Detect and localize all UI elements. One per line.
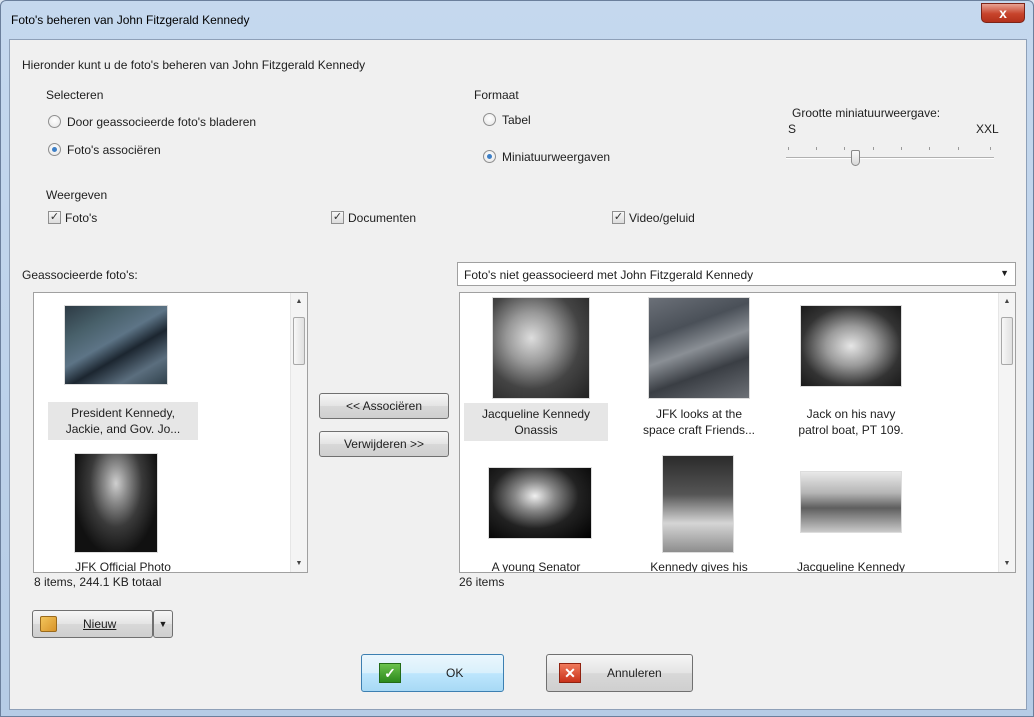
radio-format-thumbnails-label[interactable]: Miniatuurweergaven — [502, 150, 610, 164]
radio-format-table-label[interactable]: Tabel — [502, 113, 531, 127]
scroll-thumb[interactable] — [1001, 317, 1013, 365]
photo-caption-line: Onassis — [514, 423, 558, 437]
title-bar[interactable]: Foto's beheren van John Fitzgerald Kenne… — [1, 1, 1033, 39]
associated-photos-label: Geassocieerde foto's: — [22, 268, 138, 282]
checkbox-documents[interactable]: ✓ — [331, 211, 344, 224]
photo-thumbnail[interactable] — [488, 467, 592, 539]
remove-button-label: Verwijderen >> — [343, 437, 425, 451]
scroll-down-icon[interactable]: ▼ — [291, 555, 307, 572]
photo-thumbnail[interactable] — [492, 297, 590, 399]
photo-thumbnail[interactable] — [64, 305, 168, 385]
photo-caption-line: Jack on his navy — [806, 407, 896, 421]
photo-caption-line: JFK Official Photo — [75, 560, 171, 573]
scroll-thumb[interactable] — [293, 317, 305, 365]
scroll-up-icon[interactable]: ▲ — [291, 293, 307, 310]
close-button[interactable]: x — [981, 3, 1025, 23]
checkbox-video[interactable]: ✓ — [612, 211, 625, 224]
ok-button-label: OK — [446, 666, 464, 680]
photo-thumbnail[interactable] — [74, 453, 158, 553]
display-group-label: Weergeven — [46, 188, 108, 202]
chevron-down-icon: ▼ — [158, 619, 168, 629]
close-icon: x — [999, 5, 1007, 21]
ok-button[interactable]: ✓ OK — [361, 654, 504, 692]
unassociated-status: 26 items — [459, 575, 505, 589]
cancel-button[interactable]: ✕ Annuleren — [546, 654, 693, 692]
photo-caption-line: Kennedy gives his — [650, 560, 748, 573]
window-title: Foto's beheren van John Fitzgerald Kenne… — [11, 13, 250, 27]
photo-caption[interactable]: JFK Official Photo — [48, 559, 198, 573]
photo-caption-line: patrol boat, PT 109. — [798, 423, 904, 437]
photo-filter-value: Foto's niet geassocieerd met John Fitzge… — [464, 268, 754, 282]
checkbox-photos-label[interactable]: Foto's — [65, 211, 97, 225]
select-group-label: Selecteren — [46, 88, 104, 102]
dialog-window: Foto's beheren van John Fitzgerald Kenne… — [0, 0, 1034, 717]
photo-caption-line: space craft Friends... — [642, 423, 756, 437]
associate-button-label: << Associëren — [345, 399, 423, 413]
photo-thumbnail[interactable] — [648, 297, 750, 399]
associated-status: 8 items, 244.1 KB totaal — [34, 575, 162, 589]
new-dropdown-button[interactable]: ▼ — [153, 610, 173, 638]
radio-browse-associated[interactable] — [48, 115, 61, 128]
associate-button[interactable]: << Associëren — [319, 393, 449, 419]
unassociated-photos-list[interactable]: Jacqueline Kennedy Onassis JFK looks at … — [459, 292, 1016, 573]
chevron-down-icon: ▼ — [1000, 268, 1009, 278]
associated-list-scrollbar[interactable]: ▲ ▼ — [290, 293, 307, 572]
radio-format-thumbnails[interactable] — [483, 150, 496, 163]
radio-format-table[interactable] — [483, 113, 496, 126]
radio-associate-photos-label[interactable]: Foto's associëren — [67, 143, 161, 157]
photo-caption[interactable]: Jack on his navy patrol boat, PT 109. — [776, 403, 926, 441]
checkbox-photos[interactable]: ✓ — [48, 211, 61, 224]
radio-associate-photos[interactable] — [48, 143, 61, 156]
photo-thumbnail[interactable] — [800, 305, 902, 387]
dialog-body: Hieronder kunt u de foto's beheren van J… — [9, 39, 1027, 710]
check-icon: ✓ — [379, 663, 401, 683]
new-button-label: Nieuw — [83, 617, 117, 631]
new-button[interactable]: Nieuw — [32, 610, 153, 638]
unassociated-list-scrollbar[interactable]: ▲ ▼ — [998, 293, 1015, 572]
photo-caption[interactable]: Jacqueline Kennedy — [776, 559, 926, 573]
photo-caption[interactable]: President Kennedy, Jackie, and Gov. Jo..… — [48, 402, 198, 440]
photo-thumbnail[interactable] — [662, 455, 734, 553]
photo-caption-line: Jacqueline Kennedy — [481, 407, 591, 421]
photo-caption[interactable]: A young Senator — [464, 559, 608, 573]
photo-caption-line: Jacqueline Kennedy — [796, 560, 906, 573]
checkbox-documents-label[interactable]: Documenten — [348, 211, 416, 225]
instructions-text: Hieronder kunt u de foto's beheren van J… — [22, 58, 366, 72]
scroll-up-icon[interactable]: ▲ — [999, 293, 1015, 310]
format-group-label: Formaat — [474, 88, 519, 102]
scroll-down-icon[interactable]: ▼ — [999, 555, 1015, 572]
size-slider-thumb[interactable] — [851, 150, 861, 166]
remove-button[interactable]: Verwijderen >> — [319, 431, 449, 457]
photo-caption-line: Jackie, and Gov. Jo... — [65, 422, 181, 436]
photo-caption-line: JFK looks at the — [655, 407, 743, 421]
size-slider-label: Grootte miniatuurweergave: — [792, 106, 941, 120]
photo-caption[interactable]: Kennedy gives his — [624, 559, 774, 573]
radio-browse-associated-label[interactable]: Door geassocieerde foto's bladeren — [67, 115, 256, 129]
size-slider-min-label: S — [788, 122, 797, 136]
size-slider-max-label: XXL — [976, 122, 999, 136]
cancel-button-label: Annuleren — [607, 666, 662, 680]
photo-caption-line: A young Senator — [491, 560, 581, 573]
photo-filter-dropdown[interactable]: Foto's niet geassocieerd met John Fitzge… — [457, 262, 1016, 286]
photo-caption[interactable]: Jacqueline Kennedy Onassis — [464, 403, 608, 441]
photo-thumbnail[interactable] — [800, 471, 902, 533]
associated-photos-list[interactable]: President Kennedy, Jackie, and Gov. Jo..… — [33, 292, 308, 573]
photo-caption[interactable]: JFK looks at the space craft Friends... — [624, 403, 774, 441]
checkbox-video-label[interactable]: Video/geluid — [629, 211, 695, 225]
photo-caption-line: President Kennedy, — [71, 406, 175, 420]
cancel-x-icon: ✕ — [559, 663, 581, 683]
new-photo-icon — [40, 616, 57, 632]
size-slider[interactable] — [786, 142, 998, 168]
